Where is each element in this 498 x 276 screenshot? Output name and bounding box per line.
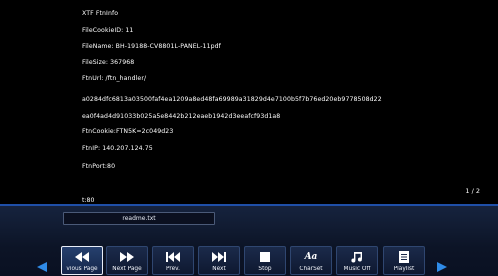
charset-icon: Aa <box>291 250 331 264</box>
toolbar: vious Page Next Page Prev. Next Stop Aa … <box>0 246 498 276</box>
next-button[interactable]: Next <box>198 246 240 275</box>
skip-previous-icon <box>153 250 193 264</box>
stop-button[interactable]: Stop <box>244 246 286 275</box>
info-line: a0284dfc6813a03500faf4ea1209a8ed48fa6998… <box>82 96 382 103</box>
prev-button[interactable]: Prev. <box>152 246 194 275</box>
info-line: FtnCookie:FTN5K=2c049d23 <box>82 128 174 135</box>
charset-label: CharSet <box>299 266 323 272</box>
stop-label: Stop <box>258 266 272 272</box>
next-page-label: Next Page <box>112 266 142 272</box>
info-line: FileSize: 367968 <box>82 59 135 66</box>
charset-icon-glyph: Aa <box>304 252 318 262</box>
skip-next-icon <box>199 250 239 264</box>
playlist-button[interactable]: Playlist <box>383 246 425 275</box>
info-line: FtnIP: 140.207.124.75 <box>82 145 153 152</box>
playlist-label: Playlist <box>393 266 415 272</box>
info-line: ea0f4ad4d91033b025a5e8442b212eaeb1942d3e… <box>82 113 281 120</box>
music-note-icon <box>337 250 377 264</box>
playlist-icon <box>384 250 424 264</box>
time-label: t:80 <box>82 197 95 204</box>
next-label: Next <box>212 266 226 272</box>
info-line: FileName: BH-19188-CV8801L-PANEL-11pdf <box>82 43 221 50</box>
page-indicator: 1 / 2 <box>465 187 480 195</box>
previous-page-button[interactable]: vious Page <box>61 246 103 275</box>
info-line: XTF FtnInfo <box>82 10 119 17</box>
rewind-icon <box>62 250 102 264</box>
prev-label: Prev. <box>165 266 181 272</box>
music-off-button[interactable]: Music Off <box>336 246 378 275</box>
next-page-button[interactable]: Next Page <box>106 246 148 275</box>
charset-button[interactable]: Aa CharSet <box>290 246 332 275</box>
fast-forward-icon <box>107 250 147 264</box>
info-line: FileCookieID: 11 <box>82 27 134 34</box>
stop-icon <box>245 250 285 264</box>
text-viewer: XTF FtnInfo FileCookieID: 11 FileName: B… <box>0 0 498 205</box>
info-line: FtnPort:80 <box>82 163 116 170</box>
previous-page-label: vious Page <box>66 266 98 272</box>
filename-field: readme.txt <box>63 212 215 225</box>
info-line: FtnUrl: /ftn_handler/ <box>82 75 147 82</box>
music-off-label: Music Off <box>343 266 371 272</box>
